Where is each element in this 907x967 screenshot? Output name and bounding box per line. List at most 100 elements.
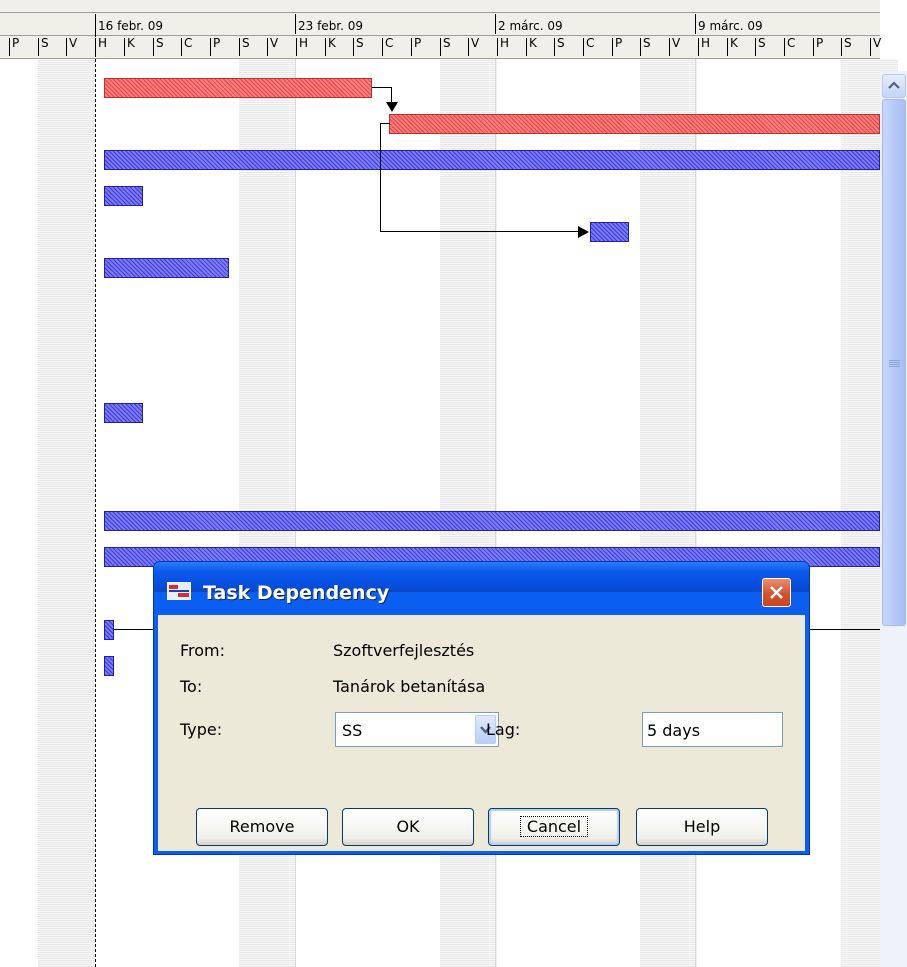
week-label: 2 márc. 09 xyxy=(498,19,563,33)
day-label: S xyxy=(156,36,164,50)
from-value: Szoftverfejlesztés xyxy=(333,641,475,660)
dependency-link[interactable] xyxy=(810,629,880,630)
gantt-bar-task-3[interactable] xyxy=(104,258,229,278)
day-tick xyxy=(554,38,555,56)
gantt-bar-milestone-1[interactable] xyxy=(104,620,114,640)
day-label: C xyxy=(787,36,796,50)
week-label: 23 febr. 09 xyxy=(298,19,364,33)
day-label: K xyxy=(127,36,135,50)
grip-icon xyxy=(883,358,907,368)
from-label: From: xyxy=(180,641,226,660)
chevron-up-icon xyxy=(888,81,900,89)
day-tick xyxy=(296,38,297,56)
week-label: 16 febr. 09 xyxy=(98,19,164,33)
task-dependency-icon xyxy=(166,581,192,601)
day-label: S xyxy=(557,36,565,50)
day-tick xyxy=(468,38,469,56)
gantt-bar-task-2[interactable] xyxy=(590,222,629,242)
day-tick xyxy=(784,38,785,56)
type-dropdown[interactable]: SS xyxy=(335,712,499,747)
day-label: K xyxy=(730,36,738,50)
day-label: S xyxy=(356,36,364,50)
gantt-bar-milestone-2[interactable] xyxy=(104,656,114,676)
weekend-shading xyxy=(38,59,95,967)
to-label: To: xyxy=(180,677,203,696)
day-label: P xyxy=(414,36,422,50)
day-label: H xyxy=(299,36,309,50)
day-tick xyxy=(526,38,527,56)
day-label: V xyxy=(873,36,882,50)
day-label: V xyxy=(672,36,681,50)
remove-button[interactable]: Remove xyxy=(196,808,328,846)
scroll-thumb[interactable] xyxy=(882,99,906,626)
day-label: S xyxy=(443,36,451,50)
day-label: P xyxy=(12,36,20,50)
close-button[interactable] xyxy=(762,578,791,607)
lag-input[interactable]: 5 days xyxy=(642,712,783,747)
gantt-bar-task-1[interactable] xyxy=(104,186,143,206)
day-label: S xyxy=(844,36,852,50)
day-tick xyxy=(325,38,326,56)
current-date-line xyxy=(95,14,96,967)
day-tick xyxy=(698,38,699,56)
ok-button[interactable]: OK xyxy=(342,808,474,846)
day-tick xyxy=(755,38,756,56)
day-tick xyxy=(210,38,211,56)
day-label: K xyxy=(529,36,537,50)
day-tick xyxy=(411,38,412,56)
day-tick xyxy=(239,38,240,56)
day-label: C xyxy=(586,36,595,50)
week-tick xyxy=(495,14,496,34)
day-tick xyxy=(353,38,354,56)
scroll-up-button[interactable] xyxy=(882,74,906,98)
dependency-link[interactable] xyxy=(380,123,381,232)
dialog-title: Task Dependency xyxy=(203,582,390,604)
to-value: Tanárok betanítása xyxy=(333,677,486,696)
week-label: 9 márc. 09 xyxy=(698,19,763,33)
day-label: S xyxy=(41,36,49,50)
day-label: V xyxy=(270,36,279,50)
day-tick xyxy=(181,38,182,56)
lag-label: Lag: xyxy=(486,720,521,739)
day-tick xyxy=(38,38,39,56)
day-tick xyxy=(497,38,498,56)
gantt-bar-summary-2[interactable] xyxy=(104,511,880,531)
day-label: V xyxy=(471,36,480,50)
day-label: S xyxy=(643,36,651,50)
dialog-body: From: Szoftverfejlesztés To: Tanárok bet… xyxy=(158,615,805,851)
day-tick xyxy=(612,38,613,56)
day-label: S xyxy=(758,36,766,50)
dependency-link[interactable] xyxy=(380,123,390,124)
cancel-button[interactable]: Cancel xyxy=(488,808,620,846)
gantt-bar-critical-1[interactable] xyxy=(104,78,372,98)
task-dependency-dialog: Task Dependency From: Szoftverfejlesztés… xyxy=(153,561,810,855)
day-label: P xyxy=(816,36,824,50)
type-dropdown-value: SS xyxy=(342,721,363,740)
close-x-icon xyxy=(770,586,783,599)
day-tick xyxy=(583,38,584,56)
day-tick xyxy=(124,38,125,56)
day-tick xyxy=(267,38,268,56)
day-label: S xyxy=(242,36,250,50)
gantt-bar-task-4[interactable] xyxy=(104,403,143,423)
lag-input-value: 5 days xyxy=(647,721,701,740)
gantt-bar-critical-2[interactable] xyxy=(389,114,880,134)
day-label: P xyxy=(213,36,221,50)
day-tick xyxy=(382,38,383,56)
day-label: H xyxy=(701,36,711,50)
help-button[interactable]: Help xyxy=(636,808,768,846)
week-tick xyxy=(695,14,696,34)
day-label: P xyxy=(615,36,623,50)
day-tick xyxy=(9,38,10,56)
day-tick xyxy=(640,38,641,56)
dependency-link[interactable] xyxy=(380,231,580,232)
gantt-bar-summary-1[interactable] xyxy=(104,150,880,170)
week-tick xyxy=(295,14,296,34)
dependency-link[interactable] xyxy=(372,87,392,88)
arrow-down-icon xyxy=(386,102,398,112)
day-tick xyxy=(870,38,871,56)
day-tick xyxy=(727,38,728,56)
day-tick xyxy=(813,38,814,56)
day-tick xyxy=(440,38,441,56)
day-tick xyxy=(841,38,842,56)
